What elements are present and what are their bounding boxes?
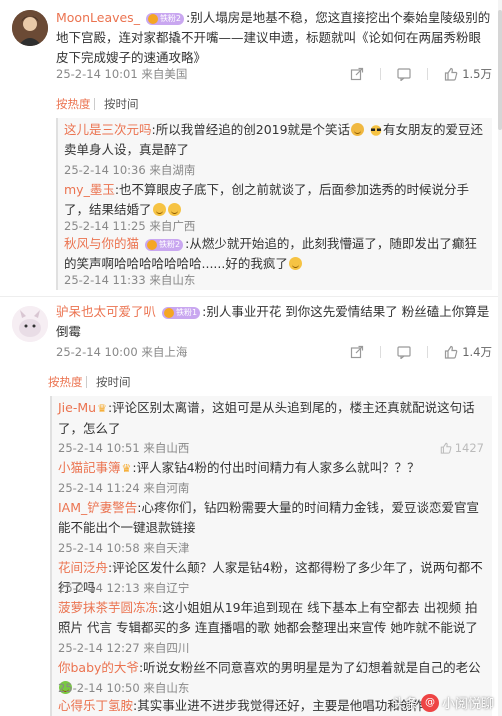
reply-timestamp: 25-2-14 10:50 来自山东 [58,681,190,695]
comment-icon [397,346,411,359]
tab-sort-by-hot[interactable]: 按热度 [48,372,83,392]
reply-timestamp: 25-2-14 10:58 来自天津 [58,541,190,555]
reply-list: Jie-Mu♛:评论区别太离谱，这姐可是从头追到尾的，楼主还真就配说这句话了，怎… [50,396,492,716]
reply-item: Jie-Mu♛:评论区别太离谱，这姐可是从头追到尾的，楼主还真就配说这句话了，怎… [58,400,475,436]
like-button[interactable]: 1.5万 [444,66,492,82]
reply-item: my_墨玉:也不算眼皮子底下，创之前就谈了，后面参加选秀的时候说分手了，结果结婚… [64,182,470,217]
avatar[interactable] [12,10,48,46]
comment-actions: 1.4万 [334,342,492,362]
crown-icon: ♛ [121,462,132,475]
thumbs-up-icon [440,442,452,454]
reply-timestamp: 25-2-14 10:36 来自湖南 [64,163,196,177]
reply-username-link[interactable]: IAM_铲妻警告 [58,500,137,515]
comment-item: MoonLeaves_ 铁粉2:别人塌房是地基不稳，您这直接挖出个秦始皇陵级别的… [0,0,502,88]
comment-feed: MoonLeaves_ 铁粉2:别人塌房是地基不稳，您这直接挖出个秦始皇陵级别的… [0,0,502,716]
share-icon [351,67,364,81]
reply-like-count: 1427 [454,441,484,455]
like-count: 1.5万 [462,67,492,81]
reply-text: 所以我曾经追的创2019就是个笑话 [155,122,351,137]
reply-username-link[interactable]: 你baby的大爷 [58,660,139,675]
tab-sort-by-time[interactable]: 按时间 [104,94,139,114]
reply-text: 评论区别太离谱，这姐可是从头追到尾的，楼主还真就配说这句话了，怎么了 [58,400,475,436]
username-link[interactable]: MoonLeaves_ [56,10,140,25]
reply-timestamp: 25-2-14 11:33 来自山东 [64,273,196,287]
avatar-image [12,10,48,46]
share-button[interactable] [350,345,364,359]
share-button[interactable] [350,67,364,81]
reply-item: 菠萝抹茶芋圆冻冻:这小姐姐从19年追到现在 线下基本上有空都去 出视频 拍照片 … [58,600,478,635]
fan-badge[interactable]: 铁粉2 [145,13,185,25]
comment-reply-button[interactable] [397,345,411,359]
username-link[interactable]: 驴呆也太可爱了叭 [56,304,156,319]
reply-timestamp: 25-2-14 12:13 来自辽宁 [58,581,190,595]
watermark: 头条 @ 小阅悦聊 [392,693,494,712]
tab-sort-by-time[interactable]: 按时间 [96,372,131,392]
reply-item: IAM_铲妻警告:心疼你们，钻四粉需要大量的时间精力金钱，爱豆谈恋爱官宣能不能出… [58,500,480,535]
fan-badge[interactable]: 铁粉2 [145,239,184,251]
grin-emoji-icon [152,203,166,216]
tab-divider [94,98,95,110]
sunglasses-emoji-icon [370,125,382,136]
reply-sort-tabs: 按热度 按时间 [48,372,168,392]
reply-item: 小猫記事簿♛:评人家钻4粉的付出时间精力有人家多么就叫？？？ [58,458,484,479]
reply-username-link[interactable]: 小猫記事簿 [58,460,121,475]
watermark-name: 小阅悦聊 [441,697,494,712]
action-divider [427,346,429,358]
comment-actions: 1.5万 [334,64,492,84]
share-icon [351,345,364,359]
scrollbar[interactable] [498,0,502,716]
reply-item: 秋风与你的猫 铁粉2:从燃少就开始追的，此刻我懵逼了，随即发出了癫狂的笑声啊哈哈… [64,236,477,271]
reply-sort-tabs: 按热度 按时间 [56,94,176,114]
reply-like-button[interactable]: 1427 [440,438,484,458]
comment-timestamp: 25-2-14 10:00 来自上海 [56,345,188,359]
comment-body: 驴呆也太可爱了叭 铁粉1:别人事业开花 到你这先爱情结果了 粉丝磕上你算是倒霉 [56,304,490,339]
reply-username-link[interactable]: my_墨玉 [64,182,115,197]
reply-timestamp: 25-2-14 11:24 来自河南 [58,481,190,495]
sad-emoji-icon [351,123,365,136]
fan-badge[interactable]: 铁粉1 [162,307,201,319]
reply-username-link[interactable]: 秋风与你的猫 [64,236,139,251]
reply-username-link[interactable]: 花间泛舟 [58,560,108,575]
reply-username-link[interactable]: 菠萝抹茶芋圆冻冻 [58,600,158,615]
comment-reply-button[interactable] [397,67,411,81]
reply-username-link[interactable]: Jie-Mu [58,400,96,415]
grin-emoji-icon [167,203,181,216]
comment-divider [0,296,502,297]
like-button[interactable]: 1.4万 [444,344,492,360]
action-divider [427,68,429,80]
tab-divider [86,376,87,388]
reply-timestamp: 25-2-14 10:51 来自山西 [58,441,190,455]
tab-sort-by-hot[interactable]: 按热度 [56,94,91,114]
action-divider [380,346,382,358]
action-divider [380,68,382,80]
thumbs-up-icon [445,67,458,81]
watermark-prefix: 头条 [391,697,418,712]
comment-timestamp: 25-2-14 10:01 来自美国 [56,67,188,81]
reply-item: 这儿是三次元吗:所以我曾经追的创2019就是个笑话 有女朋友的爱豆还卖单身人设，… [64,122,484,157]
reply-username-link[interactable]: 心得乐丁氢胺 [58,698,133,713]
smile-emoji-icon [288,257,302,270]
comment-body: MoonLeaves_ 铁粉2:别人塌房是地基不稳，您这直接挖出个秦始皇陵级别的… [56,10,491,65]
thumbs-up-icon [445,345,458,359]
reply-text: 评人家钻4粉的付出时间精力有人家多么就叫？？？ [136,460,420,475]
reply-list: 这儿是三次元吗:所以我曾经追的创2019就是个笑话 有女朋友的爱豆还卖单身人设，… [56,118,492,290]
reply-timestamp: 25-2-14 12:27 来自四川 [58,641,190,655]
reply-username-link[interactable]: 这儿是三次元吗 [64,122,152,137]
watermark-logo-icon: @ [420,693,439,712]
reply-text: 听说女粉丝不同意喜欢的男明星是为了幻想着就是自己的老公 [143,660,481,675]
scrollbar-thumb[interactable] [498,10,502,130]
comment-meta: 25-2-14 10:00 来自上海 1.4万 [56,342,492,362]
crown-icon: ♛ [97,402,107,415]
like-count: 1.4万 [462,345,492,359]
avatar-image [12,306,48,342]
reply-text: 也不算眼皮子底下，创之前就谈了，后面参加选秀的时候说分手了，结果结婚了 [64,182,470,217]
avatar[interactable] [12,306,48,342]
reply-timestamp: 25-2-14 11:25 来自广西 [64,219,196,233]
comment-item: 驴呆也太可爱了叭 铁粉1:别人事业开花 到你这先爱情结果了 粉丝磕上你算是倒霉 … [0,298,502,366]
comment-meta: 25-2-14 10:01 来自美国 1.5万 [56,64,492,84]
comment-icon [397,68,411,81]
